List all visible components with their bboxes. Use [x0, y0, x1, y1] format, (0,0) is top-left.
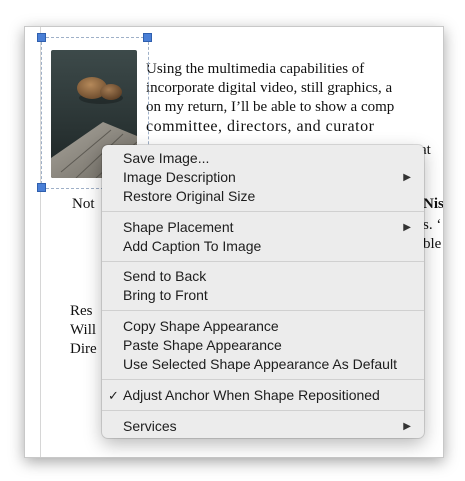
menu-item-label: Save Image...: [123, 150, 210, 166]
menu-item-label: Send to Back: [123, 268, 207, 284]
menu-item-image-description[interactable]: Image Description ▶: [102, 168, 424, 187]
menu-item-label: Shape Placement: [123, 219, 234, 235]
menu-item-label: Restore Original Size: [123, 188, 256, 204]
menu-separator: [102, 310, 424, 311]
resize-handle-top-right[interactable]: [143, 33, 152, 42]
checkmark-icon: ✓: [108, 388, 119, 403]
context-menu: Save Image... Image Description ▶ Restor…: [102, 145, 424, 438]
menu-item-label: Use Selected Shape Appearance As Default: [123, 356, 397, 372]
paragraph-line: on my return, I’ll be able to show a com…: [146, 99, 395, 115]
menu-item-services[interactable]: Services ▶: [102, 417, 424, 436]
note-label: Not: [72, 196, 95, 212]
paragraph-line: incorporate digital video, still graphic…: [146, 80, 393, 96]
menu-separator: [102, 211, 424, 212]
menu-item-restore-original-size[interactable]: Restore Original Size: [102, 187, 424, 206]
paragraph-line: Using the multimedia capabilities of: [146, 61, 365, 77]
menu-item-label: Image Description: [123, 169, 236, 185]
menu-item-paste-shape-appearance[interactable]: Paste Shape Appearance: [102, 336, 424, 355]
submenu-arrow-icon: ▶: [403, 172, 411, 183]
menu-item-adjust-anchor[interactable]: ✓ Adjust Anchor When Shape Repositioned: [102, 386, 424, 405]
menu-separator: [102, 261, 424, 262]
note-text-line: ble: [423, 236, 442, 252]
menu-item-label: Copy Shape Appearance: [123, 318, 279, 334]
paragraph-line: committee, directors, and curator: [146, 118, 375, 135]
menu-item-copy-shape-appearance[interactable]: Copy Shape Appearance: [102, 317, 424, 336]
submenu-arrow-icon: ▶: [403, 421, 411, 432]
menu-item-label: Add Caption To Image: [123, 238, 262, 254]
menu-item-label: Paste Shape Appearance: [123, 337, 282, 353]
note-text-line: s. ‘: [423, 217, 442, 233]
menu-separator: [102, 410, 424, 411]
menu-item-label: Adjust Anchor When Shape Repositioned: [123, 387, 380, 403]
submenu-arrow-icon: ▶: [403, 222, 411, 233]
menu-item-label: Services: [123, 418, 177, 434]
note-bold-text: Nis: [423, 196, 444, 212]
menu-item-use-as-default[interactable]: Use Selected Shape Appearance As Default: [102, 355, 424, 374]
resize-handle-bottom-left[interactable]: [37, 183, 46, 192]
menu-item-bring-to-front[interactable]: Bring to Front: [102, 286, 424, 305]
menu-item-shape-placement[interactable]: Shape Placement ▶: [102, 218, 424, 237]
resize-handle-top-left[interactable]: [37, 33, 46, 42]
menu-item-add-caption[interactable]: Add Caption To Image: [102, 237, 424, 256]
menu-separator: [102, 379, 424, 380]
menu-item-label: Bring to Front: [123, 287, 208, 303]
menu-item-send-to-back[interactable]: Send to Back: [102, 267, 424, 286]
menu-item-save-image[interactable]: Save Image...: [102, 149, 424, 168]
